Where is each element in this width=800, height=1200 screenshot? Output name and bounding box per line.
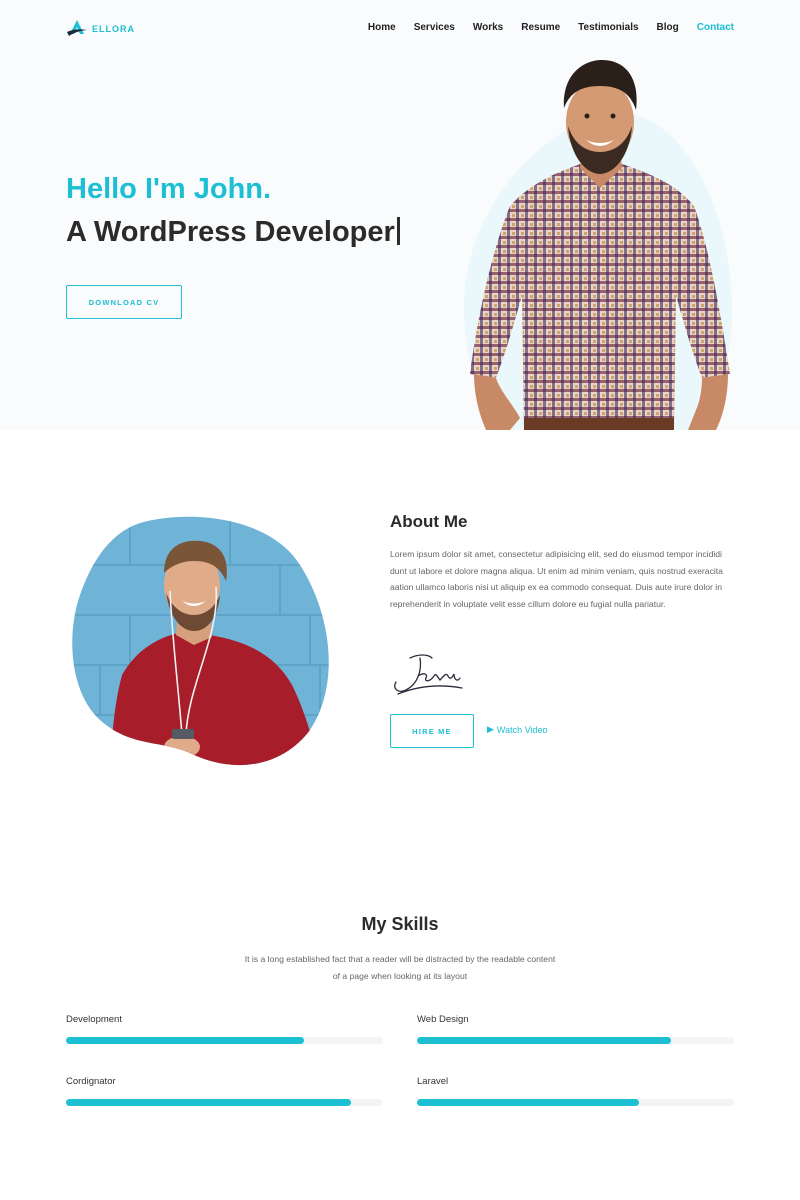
skills-subtitle: It is a long established fact that a rea… [244,954,556,981]
skill-item: Cordignator [66,1076,383,1106]
hero-portrait [470,60,730,430]
skill-label: Laravel [417,1076,449,1087]
main-menu: Home Services Works Resume Testimonials … [368,22,734,33]
skills-title: My Skills [361,914,439,934]
skill-label: Cordignator [66,1076,116,1087]
skill-label: Development [66,1014,122,1025]
hero-role-text: A WordPress Developer [66,216,395,248]
skill-item: Web Design [417,1014,734,1044]
hero-role: A WordPress Developer [66,216,400,249]
brand-name: ELLORA [92,24,135,34]
hero-section: ELLORA Home Services Works Resume Testim… [0,0,800,430]
signature-image [394,654,463,695]
nav-services[interactable]: Services [414,22,455,33]
nav-resume[interactable]: Resume [521,22,560,33]
watch-video-label: Watch Video [496,724,548,735]
skill-label: Web Design [417,1014,469,1025]
skill-progress-fill [66,1099,352,1106]
skill-progress-fill [66,1037,304,1044]
about-photo [72,516,329,766]
nav-works[interactable]: Works [473,22,503,33]
top-navbar: ELLORA Home Services Works Resume Testim… [0,0,800,56]
nav-home[interactable]: Home [368,22,396,33]
watch-video-link[interactable]: ▶ Watch Video [487,724,547,735]
ellora-logo-icon [67,20,87,36]
nav-blog[interactable]: Blog [657,22,679,33]
skill-track [417,1099,734,1106]
skill-item: Laravel [417,1076,734,1106]
nav-contact[interactable]: Contact [697,22,734,33]
skill-track [417,1037,734,1044]
typing-caret [396,217,400,245]
download-cv-button[interactable]: DOWNLOAD CV [66,285,182,319]
hire-me-button[interactable]: HIRE ME [390,714,474,748]
about-title: About Me [390,512,468,531]
brand-logo[interactable]: ELLORA [66,19,135,39]
skill-track [66,1099,383,1106]
skill-item: Development [66,1014,383,1044]
skill-track [66,1037,383,1044]
about-paragraph: Lorem ipsum dolor sit amet, consectetur … [390,549,723,609]
hero-greeting: Hello I'm John. [66,173,272,205]
skill-progress-fill [417,1037,671,1044]
play-icon: ▶ [487,724,494,734]
nav-testimonials[interactable]: Testimonials [578,22,638,33]
skill-progress-fill [417,1099,639,1106]
